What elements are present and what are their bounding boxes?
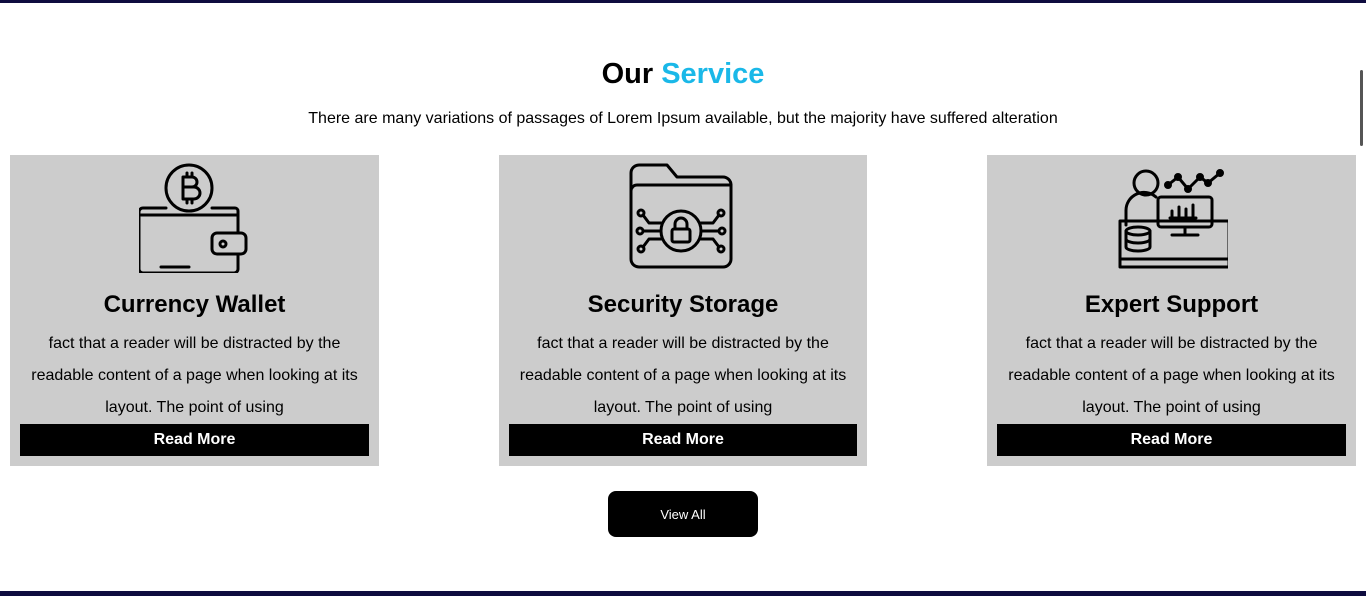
- card-title: Expert Support: [1084, 291, 1259, 318]
- service-card-expert-support: Expert Support fact that a reader will b…: [987, 155, 1356, 466]
- read-more-button[interactable]: Read More: [509, 424, 857, 456]
- card-description: fact that a reader will be distracted by…: [1008, 335, 1335, 416]
- top-border: [0, 0, 1366, 3]
- section-title-prefix: Our: [601, 58, 654, 90]
- read-more-button[interactable]: Read More: [20, 424, 369, 456]
- bitcoin-wallet-icon: [138, 163, 251, 273]
- bottom-border: [0, 591, 1366, 596]
- view-all-button[interactable]: View All: [608, 491, 758, 537]
- card-title: Security Storage: [587, 291, 779, 318]
- service-card-security-storage: Security Storage fact that a reader will…: [499, 155, 867, 466]
- section-title: Our Service: [0, 54, 1366, 94]
- section-subtitle: There are many variations of passages of…: [308, 110, 1058, 127]
- card-description: fact that a reader will be distracted by…: [31, 335, 358, 416]
- expert-support-icon: [1116, 163, 1228, 273]
- card-description: fact that a reader will be distracted by…: [519, 335, 847, 416]
- read-more-button[interactable]: Read More: [997, 424, 1346, 456]
- secure-folder-icon: [627, 163, 739, 273]
- card-title: Currency Wallet: [103, 291, 286, 318]
- section-title-accent: Service: [661, 58, 765, 90]
- service-card-currency-wallet: Currency Wallet fact that a reader will …: [10, 155, 379, 466]
